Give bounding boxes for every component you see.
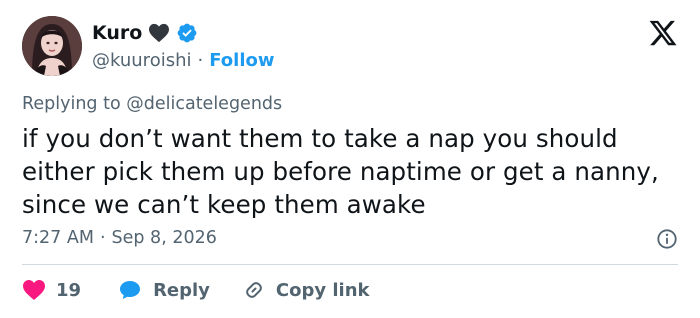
- avatar-image: [22, 16, 82, 76]
- handle-row: @kuuroishi · Follow: [92, 49, 275, 71]
- divider: [22, 264, 678, 265]
- info-icon[interactable]: [656, 228, 678, 250]
- tweet-card: Kuro @kuuroishi · Follow Replying to @de…: [0, 0, 700, 318]
- handle[interactable]: @kuuroishi: [92, 50, 192, 71]
- verified-badge-icon: [176, 22, 198, 44]
- separator: ·: [197, 49, 204, 71]
- like-count: 19: [56, 279, 82, 301]
- reply-button[interactable]: Reply: [117, 278, 210, 302]
- author-name-row: Kuro: [92, 20, 198, 46]
- display-name[interactable]: Kuro: [92, 22, 142, 44]
- copy-link-label: Copy link: [275, 279, 370, 301]
- tweet-text: if you don’t want them to take a nap you…: [22, 124, 659, 219]
- avatar[interactable]: [22, 16, 82, 76]
- tweet-time: 7:27 AM: [22, 228, 94, 248]
- black-heart-icon: [148, 23, 170, 43]
- reply-mention-link[interactable]: @delicatelegends: [126, 94, 282, 114]
- reply-bubble-icon: [117, 278, 143, 302]
- like-heart-icon: [22, 279, 46, 301]
- replying-prefix: Replying to: [22, 94, 121, 114]
- replying-to: Replying to @delicatelegends: [22, 94, 282, 114]
- follow-button[interactable]: Follow: [209, 50, 274, 71]
- x-logo-icon[interactable]: [648, 18, 678, 48]
- timestamp[interactable]: 7:27 AM · Sep 8, 2026: [22, 228, 217, 248]
- copy-link-icon: [242, 278, 266, 302]
- separator: ·: [99, 228, 106, 248]
- action-bar: 19 Reply Copy link: [22, 276, 370, 304]
- reply-label: Reply: [153, 279, 210, 301]
- tweet-date: Sep 8, 2026: [111, 228, 217, 248]
- like-button[interactable]: 19: [22, 279, 81, 301]
- copy-link-button[interactable]: Copy link: [242, 278, 370, 302]
